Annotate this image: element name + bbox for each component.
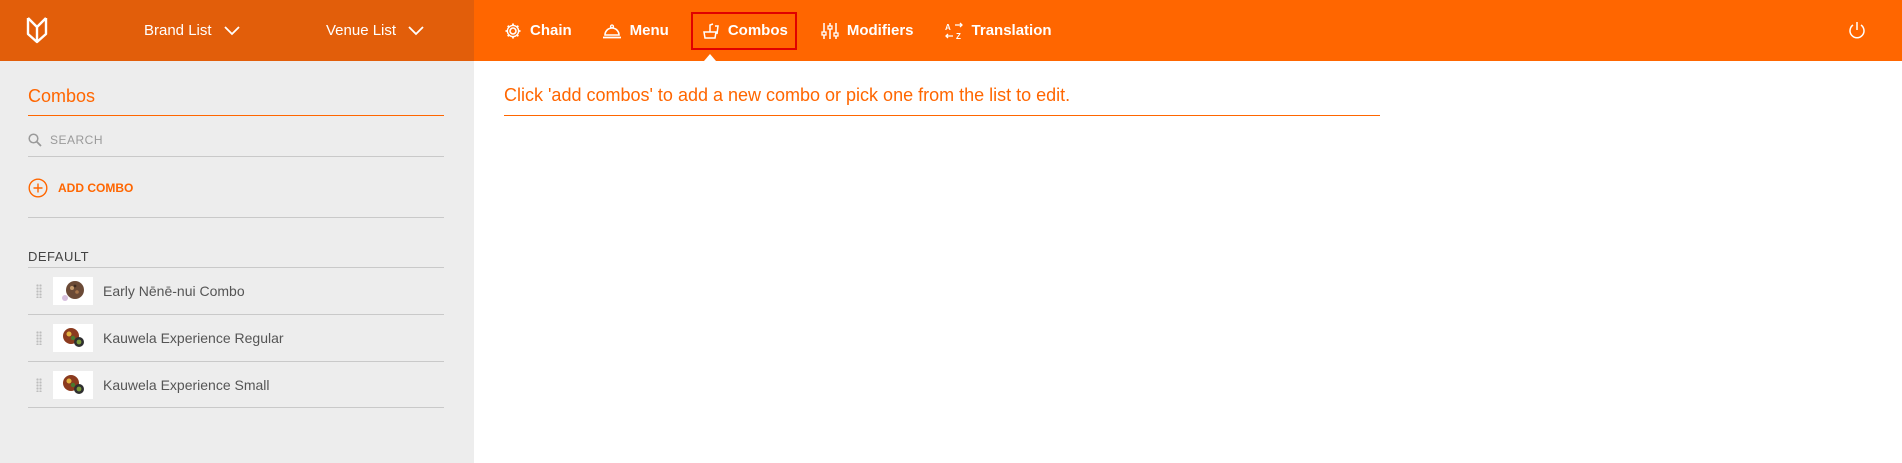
svg-text:A: A [945, 23, 951, 32]
combo-thumbnail [53, 277, 93, 305]
chevron-down-icon [223, 25, 240, 35]
add-combo-label: ADD COMBO [58, 181, 134, 195]
combo-thumbnail [53, 370, 93, 399]
drag-handle-icon[interactable] [36, 331, 42, 345]
sliders-icon [821, 22, 839, 39]
list-item[interactable]: Kauwela Experience Regular [28, 314, 444, 361]
cloche-icon [602, 23, 621, 38]
combo-thumbnail [53, 324, 93, 352]
sidebar: Combos ADD COMBO DEFAULT [0, 61, 474, 463]
chevron-down-icon [408, 25, 424, 35]
nav-combos-label: Combos [727, 22, 788, 39]
empty-state-message: Click 'add combos' to add a new combo or… [504, 85, 1071, 105]
sidebar-title: Combos [28, 86, 96, 106]
top-bar: Brand List Venue List Chain Menu Combos … [0, 0, 1902, 61]
combo-list: Early Nēnē-nui Combo Kauwela Experience … [28, 267, 444, 408]
drag-handle-icon[interactable] [36, 377, 42, 392]
list-item-label: Kauwela Experience Small [103, 376, 270, 393]
brand-list-dropdown[interactable]: Brand List [144, 0, 240, 61]
combo-icon [702, 22, 719, 39]
gear-icon [505, 23, 521, 38]
translate-icon: A Z [945, 22, 963, 40]
brand-list-label: Brand List [144, 22, 212, 39]
app-logo-icon[interactable] [26, 16, 48, 44]
list-item-label: Early Nēnē-nui Combo [103, 283, 245, 299]
divider [28, 115, 444, 116]
main-nav: Chain Menu Combos Modifiers A Z Translat… [500, 0, 1078, 61]
search-bar [28, 124, 444, 157]
group-label: DEFAULT [28, 249, 90, 264]
list-item[interactable]: Early Nēnē-nui Combo [28, 267, 444, 314]
venue-list-dropdown[interactable]: Venue List [326, 0, 424, 61]
topbar-brand-area: Brand List Venue List [0, 0, 474, 61]
nav-translation[interactable]: A Z Translation [940, 12, 1056, 50]
svg-text:Z: Z [956, 32, 961, 40]
divider [28, 217, 444, 218]
nav-modifiers[interactable]: Modifiers [817, 12, 918, 50]
list-item[interactable]: Kauwela Experience Small [28, 361, 444, 408]
add-combo-button[interactable]: ADD COMBO [28, 178, 133, 198]
nav-chain-label: Chain [530, 22, 572, 39]
search-icon [28, 133, 42, 147]
list-item-label: Kauwela Experience Regular [103, 330, 284, 346]
nav-menu-label: Menu [629, 22, 669, 39]
power-icon[interactable] [1848, 21, 1866, 39]
divider [504, 115, 1380, 116]
nav-chain[interactable]: Chain [500, 12, 576, 50]
drag-handle-icon[interactable] [36, 284, 42, 298]
nav-combos[interactable]: Combos [690, 11, 797, 61]
search-input[interactable] [50, 133, 430, 147]
venue-list-label: Venue List [326, 22, 397, 39]
nav-modifiers-label: Modifiers [846, 22, 914, 39]
add-circle-icon [28, 178, 48, 198]
nav-translation-label: Translation [971, 22, 1052, 39]
nav-menu[interactable]: Menu [598, 12, 673, 50]
